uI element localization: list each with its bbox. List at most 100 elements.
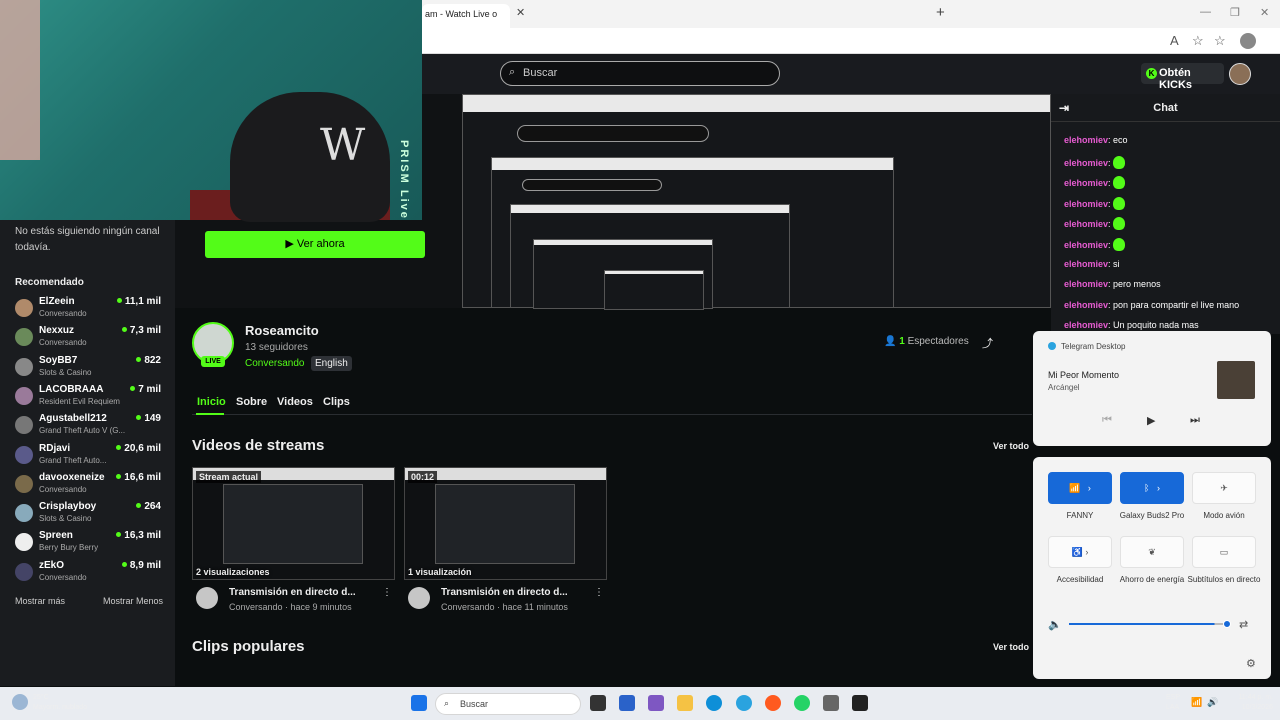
browser-profile-avatar[interactable] xyxy=(1240,33,1256,49)
tab-inicio[interactable]: Inicio xyxy=(197,396,226,408)
favorites-icon[interactable]: ☆ xyxy=(1214,33,1226,49)
more-options-icon[interactable]: ⋮ xyxy=(382,587,392,598)
chat-username[interactable]: elehomiev xyxy=(1064,279,1108,289)
taskbar-clock[interactable]: 11:44 p. m. 10/3/2026 xyxy=(1225,693,1273,713)
nested-screen xyxy=(604,270,704,310)
sidebar-channel[interactable]: RDjavi Grand Theft Auto... 20,6 mil xyxy=(15,443,165,471)
user-avatar[interactable] xyxy=(1229,63,1251,85)
webcam-overlay: W xyxy=(0,0,422,222)
tab-sobre[interactable]: Sobre xyxy=(236,396,267,408)
media-flyout: Telegram Desktop Mi Peor Momento Arcánge… xyxy=(1033,331,1271,446)
video-title[interactable]: Transmisión en directo d... xyxy=(229,587,356,598)
new-tab-button[interactable]: + xyxy=(936,4,945,21)
weather-widget[interactable]: 25°C Mayorm. nublado xyxy=(33,693,87,713)
video-channel-avatar[interactable] xyxy=(196,587,218,609)
channel-category[interactable]: Conversando xyxy=(245,358,304,369)
prism-app-icon[interactable] xyxy=(852,695,868,711)
chat-username[interactable]: elehomiev xyxy=(1064,135,1108,145)
collapse-chat-icon[interactable]: ⇥ xyxy=(1059,94,1069,122)
search-input[interactable]: ⌕ Buscar xyxy=(500,61,780,86)
channel-avatar xyxy=(15,416,33,435)
weather-icon[interactable] xyxy=(12,694,28,710)
video-thumbnail[interactable]: 00:12 1 visualización xyxy=(404,467,607,580)
whatsapp-icon[interactable] xyxy=(794,695,810,711)
share-icon[interactable]: ⤴ xyxy=(982,335,993,351)
chat-username[interactable]: elehomiev xyxy=(1064,219,1108,229)
channel-category: Conversando xyxy=(39,309,87,318)
accessibility-toggle[interactable]: ♿ › xyxy=(1048,536,1112,568)
show-more-link[interactable]: Mostrar más xyxy=(15,596,65,606)
tab-clips[interactable]: Clips xyxy=(323,396,350,408)
wifi-toggle[interactable]: 📶 › xyxy=(1048,472,1112,504)
sidebar-channel[interactable]: zEkO Conversando 8,9 mil xyxy=(15,560,165,588)
settings-icon[interactable] xyxy=(823,695,839,711)
get-kicks-button[interactable]: K Obtén KICKs xyxy=(1141,63,1224,91)
favorite-icon[interactable]: ☆ xyxy=(1192,33,1204,49)
task-view-icon[interactable] xyxy=(590,695,606,711)
sidebar-channel[interactable]: Agustabell212 Grand Theft Auto V (G... 149 xyxy=(15,413,165,441)
taskbar-search[interactable]: ⌕ Buscar xyxy=(435,693,581,715)
input-language[interactable]: ESP LAA xyxy=(1166,693,1180,713)
store-icon[interactable] xyxy=(619,695,635,711)
video-thumbnail[interactable]: Stream actual 2 visualizaciones xyxy=(192,467,395,580)
minimize-icon[interactable]: — xyxy=(1200,6,1211,18)
sidebar-channel[interactable]: ElZeein Conversando 11,1 mil xyxy=(15,296,165,324)
energy-saver-toggle[interactable]: ❦ xyxy=(1120,536,1184,568)
maximize-icon[interactable]: ❐ xyxy=(1230,6,1240,19)
brave-icon[interactable] xyxy=(765,695,781,711)
close-tab-icon[interactable]: ✕ xyxy=(516,6,525,19)
kick-icon: K xyxy=(1146,68,1157,79)
more-options-icon[interactable]: ⋮ xyxy=(594,587,604,598)
tab-videos[interactable]: Videos xyxy=(277,396,313,408)
see-all-streams-link[interactable]: Ver todo xyxy=(993,441,1029,451)
windows-start-icon[interactable] xyxy=(411,695,427,711)
browser-tab[interactable]: am - Watch Live o xyxy=(422,4,510,28)
see-all-clips-link[interactable]: Ver todo xyxy=(993,642,1029,652)
live-captions-toggle[interactable]: ▭ xyxy=(1192,536,1256,568)
bluetooth-toggle[interactable]: ᛒ › xyxy=(1120,472,1184,504)
chat-title: Chat xyxy=(1153,102,1178,114)
sidebar-channel[interactable]: Crisplayboy Slots & Casino 264 xyxy=(15,501,165,529)
language-tag[interactable]: English xyxy=(311,356,352,371)
chat-text: pon para compartir el live mano xyxy=(1113,299,1240,310)
telegram-icon[interactable] xyxy=(736,695,752,711)
next-track-icon[interactable]: ⏭ xyxy=(1190,414,1200,427)
show-less-link[interactable]: Mostrar Menos xyxy=(103,596,163,606)
edge-icon[interactable] xyxy=(706,695,722,711)
volume-slider[interactable] xyxy=(1069,623,1227,625)
sidebar-channel[interactable]: Spreen Berry Bury Berry 16,3 mil xyxy=(15,530,165,558)
volume-slider-thumb[interactable] xyxy=(1223,620,1231,628)
chat-username[interactable]: elehomiev xyxy=(1064,320,1108,330)
channel-category: Conversando xyxy=(39,484,87,494)
chat-message: elehomiev: Un poquito nada mas xyxy=(1064,320,1199,331)
copilot-icon[interactable] xyxy=(648,695,664,711)
audio-output-icon[interactable]: ⇄ xyxy=(1239,618,1248,631)
chat-message: elehomiev: xyxy=(1064,196,1126,210)
settings-gear-icon[interactable]: ⚙ xyxy=(1246,657,1256,670)
watch-now-button[interactable]: ▶ Ver ahora xyxy=(205,231,425,258)
network-icon[interactable]: 📶 xyxy=(1191,697,1202,708)
chat-username[interactable]: elehomiev xyxy=(1064,178,1108,188)
video-title[interactable]: Transmisión en directo d... xyxy=(441,587,568,598)
previous-track-icon[interactable]: ⏮ xyxy=(1102,414,1112,427)
live-badge: LIVE xyxy=(201,356,225,367)
file-explorer-icon[interactable] xyxy=(677,695,693,711)
quick-settings-panel: 📶 › ᛒ › ✈ FANNY Galaxy Buds2 Pro Modo av… xyxy=(1033,457,1271,679)
live-captions-label: Subtítulos en directo xyxy=(1187,575,1261,584)
speaker-icon[interactable]: 🔈 xyxy=(1048,618,1062,631)
sidebar-channel[interactable]: LACOBRAAA Resident Evil Requiem 7 mil xyxy=(15,384,165,412)
airplane-toggle[interactable]: ✈ xyxy=(1192,472,1256,504)
chat-username[interactable]: elehomiev xyxy=(1064,158,1108,168)
chat-username[interactable]: elehomiev xyxy=(1064,240,1108,250)
play-icon[interactable]: ▶ xyxy=(1147,414,1155,427)
close-window-icon[interactable]: ✕ xyxy=(1260,6,1269,19)
sidebar-channel[interactable]: Nexxuz Conversando 7,3 mil xyxy=(15,325,165,353)
read-aloud-icon[interactable]: A xyxy=(1170,33,1179,48)
video-channel-avatar[interactable] xyxy=(408,587,430,609)
volume-icon[interactable]: 🔊 xyxy=(1207,697,1218,708)
chat-username[interactable]: elehomiev xyxy=(1064,259,1108,269)
chat-username[interactable]: elehomiev xyxy=(1064,199,1108,209)
chat-username[interactable]: elehomiev xyxy=(1064,300,1108,310)
sidebar-channel[interactable]: davooxeneize Conversando 16,6 mil xyxy=(15,472,165,500)
sidebar-channel[interactable]: SoyBB7 Slots & Casino 822 xyxy=(15,355,165,383)
